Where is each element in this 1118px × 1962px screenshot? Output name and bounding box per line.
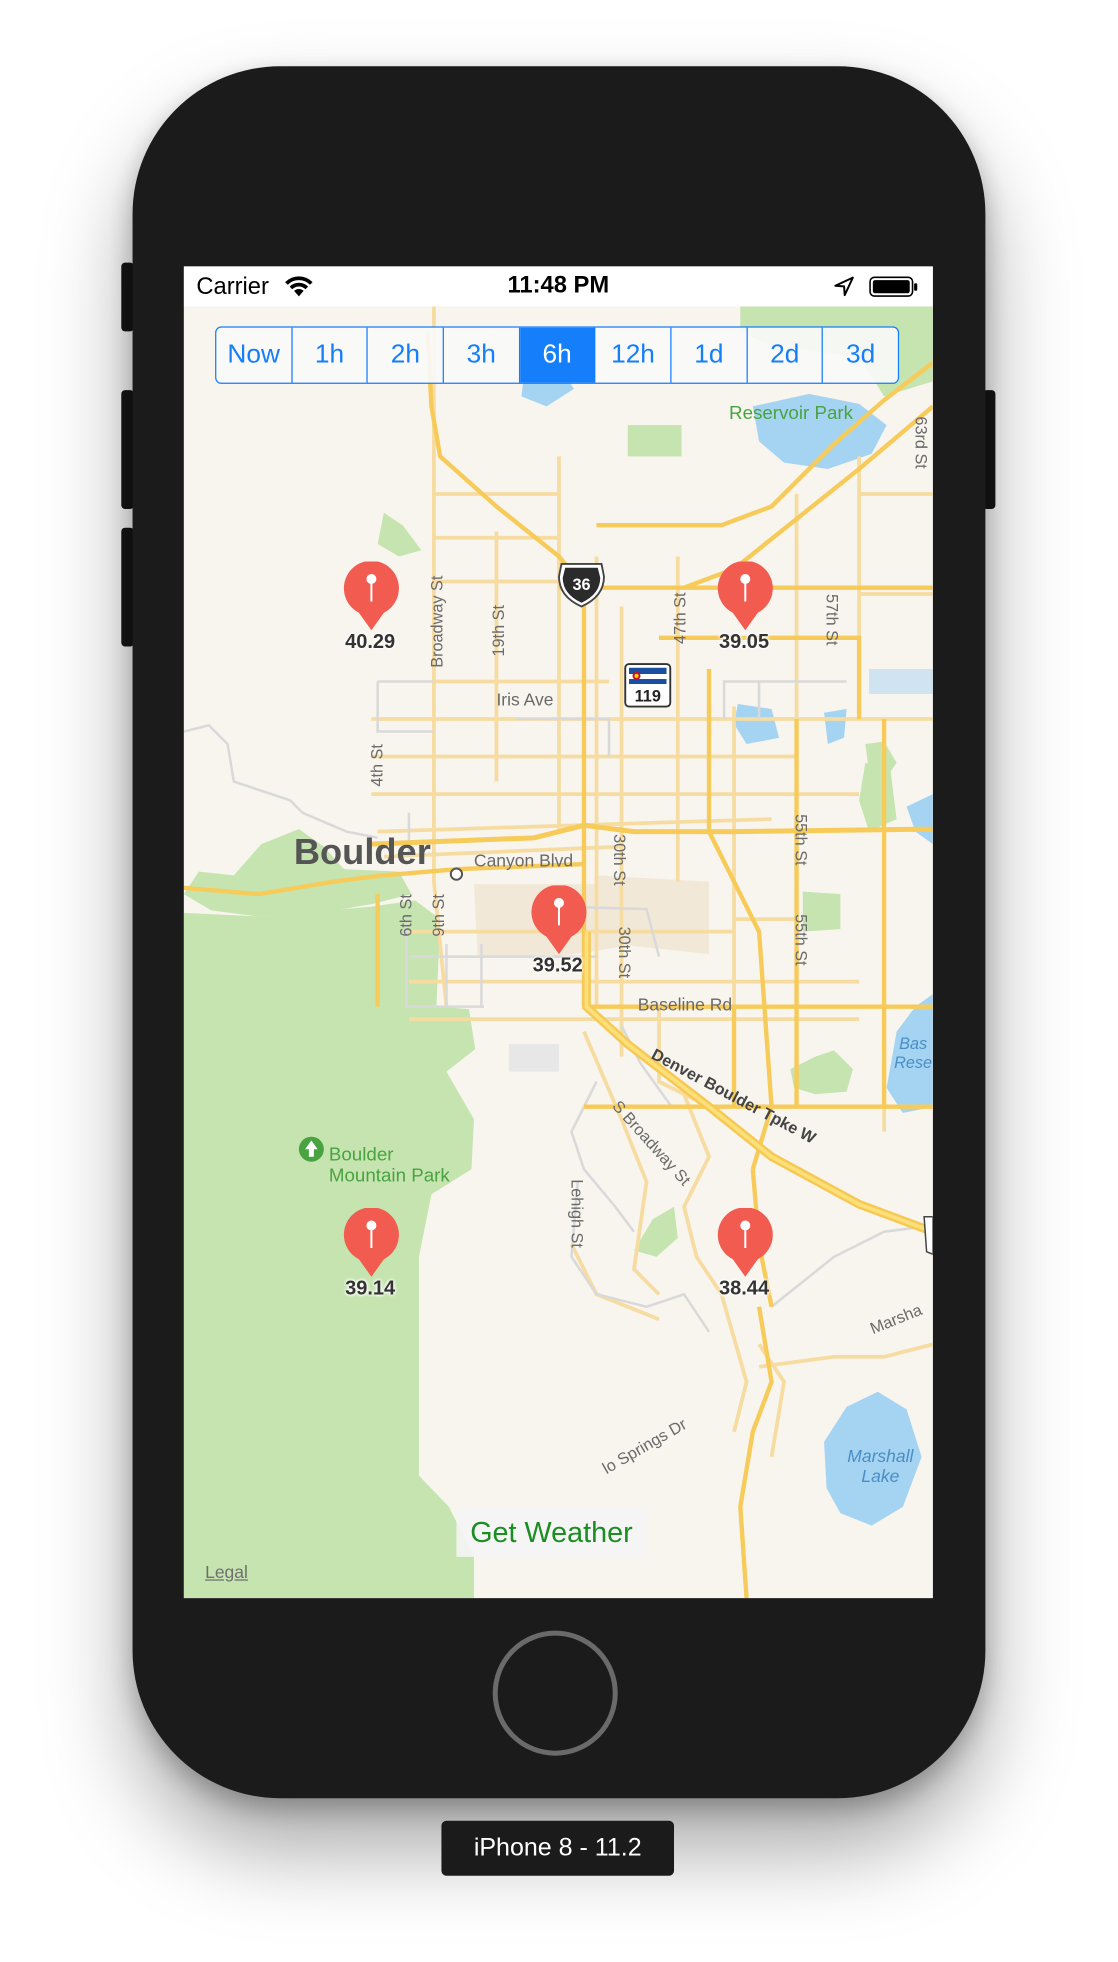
street-baseline-rd: Baseline Rd — [638, 994, 732, 1014]
status-bar: Carrier 11:48 PM — [183, 266, 933, 307]
segment-1h[interactable]: 1h — [292, 327, 369, 383]
street-55th-north: 55th St — [791, 814, 809, 866]
pin-value: 40.29 — [345, 631, 396, 653]
clock: 11:48 PM — [507, 272, 610, 299]
weather-pin-north-east[interactable]: 39.05 — [700, 561, 788, 674]
pin-value: 39.05 — [718, 631, 770, 653]
segment-now[interactable]: Now — [216, 327, 293, 383]
park-tree-icon — [298, 1136, 324, 1162]
map-pin-icon — [717, 1207, 773, 1277]
street-6th: 6th St — [397, 894, 415, 937]
street-9th: 9th St — [430, 894, 448, 937]
weather-pin-south-west[interactable]: 39.14 — [326, 1207, 414, 1321]
map-pin-icon — [343, 561, 399, 631]
map-pin-icon — [531, 885, 587, 955]
place-marker — [449, 867, 464, 881]
get-weather-button[interactable]: Get Weather — [456, 1506, 647, 1557]
legal-link[interactable]: Legal — [205, 1562, 248, 1582]
street-30th-south: 30th St — [615, 927, 633, 979]
pin-value: 39.14 — [345, 1278, 396, 1300]
lake-label-marshall-2: Lake — [861, 1466, 899, 1486]
park-label-mountain-2: Mountain Park — [329, 1165, 451, 1186]
battery-icon — [869, 276, 919, 304]
device-screen: Carrier 11:48 PM 36 119 Boulder Canyon B… — [183, 266, 933, 1599]
location-arrow-icon — [834, 276, 854, 302]
map-pin-icon — [343, 1207, 399, 1277]
street-19th: 19th St — [490, 605, 508, 657]
street-broadway: Broadway St — [429, 575, 447, 668]
segment-2d[interactable]: 2d — [747, 327, 824, 383]
street-55th-south: 55th St — [791, 914, 809, 966]
segment-1d[interactable]: 1d — [672, 327, 748, 383]
lake-label-marshall-1: Marshall — [847, 1446, 914, 1466]
pin-value: 38.44 — [718, 1278, 770, 1300]
street-63rd: 63rd St — [911, 416, 929, 469]
segment-3d[interactable]: 3d — [823, 328, 898, 383]
park-label-reservoir: Reservoir Park — [729, 402, 854, 423]
svg-text:119: 119 — [635, 688, 661, 706]
street-canyon-blvd: Canyon Blvd — [474, 851, 573, 871]
lake-label-base-1: Bas — [899, 1035, 927, 1053]
lake-label-base-2: Rese — [894, 1054, 932, 1072]
street-57th: 57th St — [823, 594, 841, 646]
segment-3h[interactable]: 3h — [444, 327, 520, 383]
segment-12h[interactable]: 12h — [596, 327, 672, 383]
co-119-shield: 119 — [624, 663, 672, 708]
svg-text:36: 36 — [572, 576, 590, 594]
segment-2h[interactable]: 2h — [368, 327, 444, 383]
city-label: Boulder — [294, 831, 431, 872]
street-lehigh: Lehigh St — [567, 1179, 585, 1248]
home-button[interactable] — [492, 1630, 618, 1756]
weather-pin-south-east[interactable]: 38.44 — [700, 1207, 788, 1321]
street-4th: 4th St — [369, 744, 387, 787]
time-range-segmented-control: Now 1h 2h 3h 6h 12h 1d 2d 3d — [215, 326, 900, 384]
weather-pin-center[interactable]: 39.52 — [514, 885, 602, 998]
park-label-mountain-1: Boulder — [329, 1143, 394, 1164]
segment-6h[interactable]: 6h — [519, 327, 596, 383]
map-pin-icon — [717, 561, 773, 631]
street-iris-ave: Iris Ave — [496, 689, 553, 709]
device-label: iPhone 8 - 11.2 — [441, 1820, 675, 1876]
weather-pin-north-west[interactable]: 40.29 — [326, 561, 414, 674]
pin-value: 39.52 — [532, 955, 583, 977]
street-47th: 47th St — [671, 592, 689, 644]
street-30th-north: 30th St — [610, 834, 628, 886]
